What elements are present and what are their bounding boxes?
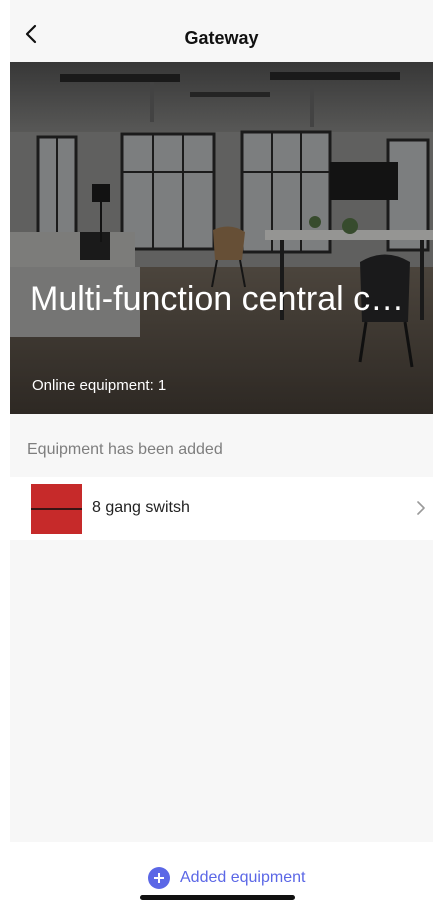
gateway-screen: Gateway Multi-function central c… Online… [10,0,433,903]
device-thumbnail [31,484,82,534]
added-equipment-button[interactable]: Added equipment [148,867,305,889]
page-title: Gateway [184,28,259,48]
bottom-bar: Added equipment [10,842,433,903]
plus-circle-icon [148,867,170,889]
device-list-item[interactable]: 8 gang switsh [10,477,433,540]
section-label: Equipment has been added [27,441,223,458]
added-equipment-label: Added equipment [180,869,306,886]
office-photo [10,62,433,414]
nav-header: Gateway [10,0,433,62]
hero-banner: Multi-function central c… Online equipme… [10,62,433,414]
hero-title: Multi-function central c… [30,280,405,318]
chevron-right-icon [417,501,425,515]
device-name: 8 gang switsh [92,499,190,516]
online-equipment-count: Online equipment: 1 [32,377,167,394]
home-indicator [140,895,295,900]
